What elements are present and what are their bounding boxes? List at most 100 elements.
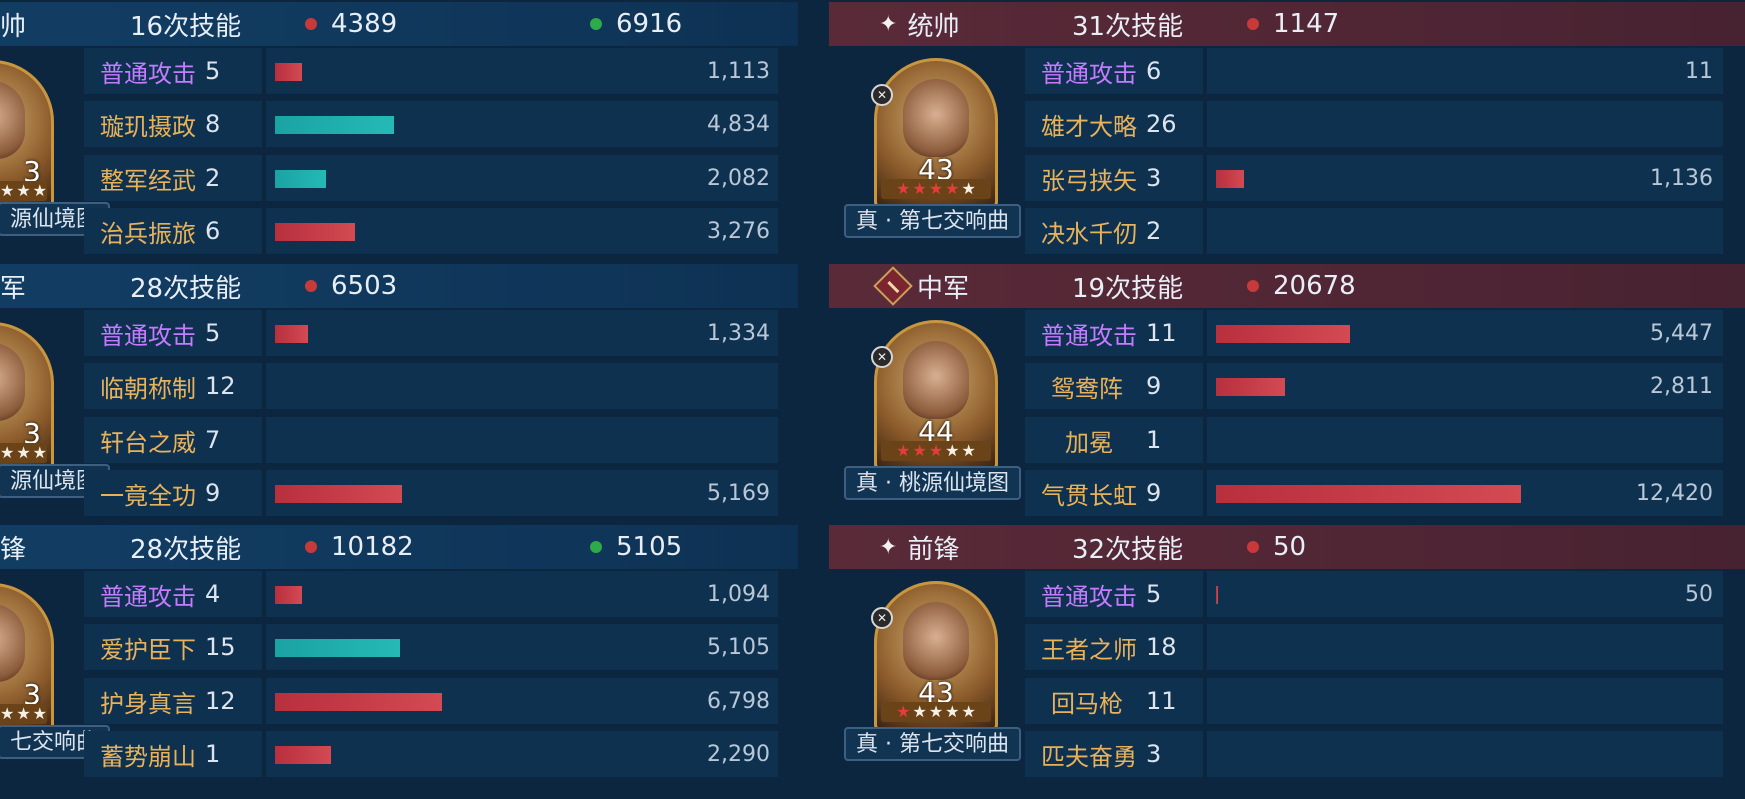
skill-row: 王者之师 18 [829,624,1745,670]
section-header: 锋 28次技能 10182 5105 [0,525,798,569]
heal-total: 6916 [590,9,682,39]
damage-total: 20678 [1247,271,1356,301]
skill-row: 气贯长虹 9 12,420 [829,470,1745,516]
banner-diamond-icon [873,266,913,306]
skill-count: 3 [1146,740,1162,768]
skill-name[interactable]: 治兵振旅 [100,214,196,249]
skill-row: 回马枪 11 [829,678,1745,724]
damage-total: 1147 [1247,9,1339,39]
skill-count: 3 [1146,164,1162,192]
damage-bar-track [1207,624,1723,670]
skill-name[interactable]: 普通攻击 [100,54,196,89]
skill-name[interactable]: 匹夫奋勇 [1041,737,1137,772]
damage-bar [1216,378,1285,396]
skill-count: 2 [1146,217,1162,245]
skill-name[interactable]: 回马枪 [1051,684,1123,719]
skill-row: 张弓挟矢 3 1,136 [829,155,1745,201]
skill-name[interactable]: 王者之师 [1041,630,1137,665]
role-name: 锋 [0,534,27,565]
damage-total: 10182 [305,532,414,562]
role-label: ✦ 前锋 [879,529,959,566]
skill-count: 15 [205,633,236,661]
skill-name[interactable]: 普通攻击 [1041,577,1137,612]
damage-dot-icon [305,280,317,292]
damage-bar [275,586,302,604]
skill-cast-count: 28次技能 [130,273,242,304]
role-label: 锋 [0,529,26,566]
skill-name[interactable]: 普通攻击 [100,577,196,612]
skill-row: 爱护臣下 15 5,105 [0,624,800,670]
sparkle-icon: ✦ [879,534,898,560]
skill-name[interactable]: 整军经武 [100,161,196,196]
skill-row: 护身真言 12 6,798 [0,678,800,724]
section-header: ✦ 前锋 32次技能 50 [829,525,1745,569]
damage-value: 10182 [331,532,414,562]
skill-name[interactable]: 护身真言 [100,684,196,719]
skill-row: 蓄势崩山 1 2,290 [0,731,800,777]
damage-bar-track [1207,731,1723,777]
skill-name[interactable]: 爱护臣下 [100,630,196,665]
skill-name[interactable]: 璇玑摄政 [100,107,196,142]
damage-value: 4389 [331,9,398,39]
damage-total: 50 [1247,532,1306,562]
role-name: 前锋 [907,534,960,565]
heal-value: 6916 [616,9,683,39]
section-header: ✦ 统帅 31次技能 1147 [829,2,1745,46]
damage-bar [1216,325,1350,343]
skill-value: 12,420 [1636,480,1713,506]
skill-row: 匹夫奋勇 3 [829,731,1745,777]
section-header: 军 28次技能 6503 [0,264,798,308]
role-name: 统帅 [907,11,960,42]
skill-value: 4,834 [707,111,770,137]
skill-cast-count: 32次技能 [1072,534,1184,565]
skill-name[interactable]: 一竟全功 [100,476,196,511]
damage-value: 50 [1273,532,1307,562]
damage-bar [275,170,326,188]
role-label: 中军 [873,266,969,306]
skill-name[interactable]: 蓄势崩山 [100,737,196,772]
skill-value: 6,798 [707,688,770,714]
role-label: 军 [0,268,26,305]
skill-row: 璇玑摄政 8 4,834 [0,101,800,147]
skill-count: 5 [1146,580,1162,608]
damage-value: 6503 [331,271,398,301]
skill-value: 2,082 [707,165,770,191]
skill-row: 一竟全功 9 5,169 [0,470,800,516]
damage-bar-track [1207,101,1723,147]
skill-row: 轩台之威 7 [0,417,800,463]
damage-bar [275,693,442,711]
skill-count: 5 [205,57,221,85]
damage-bar [275,485,402,503]
skill-name[interactable]: 决水千仞 [1041,214,1137,249]
skill-name[interactable]: 鸳鸯阵 [1051,369,1123,404]
team-section: 帅 16次技能 4389 6916 3 ★ ★ ★ 源仙境图 普通攻击 5 1,113 璇玑摄政 8 4,8… [0,0,800,262]
skill-name[interactable]: 普通攻击 [1041,316,1137,351]
damage-bar [275,639,400,657]
skill-count: 18 [1146,633,1177,661]
skill-cell [1025,417,1203,463]
skill-row: 普通攻击 11 5,447 [829,310,1745,356]
skill-value: 2,290 [707,741,770,767]
skill-count: 9 [205,479,221,507]
damage-bar [275,116,394,134]
skill-name[interactable]: 普通攻击 [1041,54,1137,89]
skill-name[interactable]: 加冕 [1065,423,1113,458]
skill-count: 12 [205,372,236,400]
role-name: 帅 [0,11,27,42]
skill-value: 3,276 [707,218,770,244]
skill-name[interactable]: 雄才大略 [1041,107,1137,142]
skill-name[interactable]: 气贯长虹 [1041,476,1137,511]
skill-count: 6 [205,217,221,245]
skill-count: 8 [205,110,221,138]
skill-name[interactable]: 临朝称制 [100,369,196,404]
damage-total: 6503 [305,271,397,301]
skill-cast-count: 31次技能 [1072,11,1184,42]
damage-bar [1216,586,1218,604]
skill-count: 12 [205,687,236,715]
skill-name[interactable]: 普通攻击 [100,316,196,351]
skill-value: 50 [1685,581,1713,607]
skill-count: 5 [205,319,221,347]
skill-row: 加冕 1 [829,417,1745,463]
skill-name[interactable]: 张弓挟矢 [1041,161,1137,196]
skill-name[interactable]: 轩台之威 [100,423,196,458]
